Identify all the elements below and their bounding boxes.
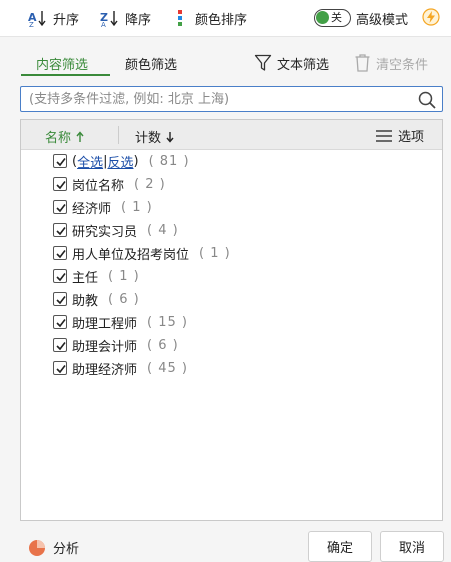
- tab-color-filter[interactable]: 颜色筛选: [125, 54, 177, 73]
- item-count: ( 1 ): [199, 245, 231, 261]
- sort-descending-icon: Z A: [100, 11, 118, 27]
- checkmark-icon: [56, 250, 66, 259]
- item-label: 助理工程师: [72, 316, 138, 332]
- analyze-label: 分析: [53, 542, 80, 557]
- analyze-button[interactable]: 分析: [28, 538, 79, 557]
- item-count: ( 2 ): [134, 176, 166, 192]
- item-checkbox[interactable]: [53, 338, 67, 352]
- toggle-state-label: 关: [331, 11, 342, 24]
- clear-conditions-button[interactable]: 清空条件: [354, 52, 428, 74]
- text-filter-label: 文本筛选: [277, 57, 330, 73]
- toggle-knob: [316, 11, 329, 24]
- item-count: ( 4 ): [147, 222, 179, 238]
- tab-content-filter[interactable]: 内容筛选: [36, 54, 88, 73]
- select-all-link[interactable]: 全选: [77, 152, 103, 171]
- sort-ascending-label: 升序: [53, 12, 80, 28]
- sort-ascending-icon: A Z: [28, 11, 46, 27]
- value-list: 名称 计数 选项 ( 全选 | 反选) (81) 岗位名称 (2) 经…: [20, 119, 443, 521]
- sort-ascending-button[interactable]: A Z 升序: [28, 6, 79, 30]
- color-sort-icon: [178, 10, 182, 26]
- item-checkbox[interactable]: [53, 177, 67, 191]
- svg-text:Z: Z: [29, 21, 34, 27]
- funnel-icon: [254, 54, 272, 71]
- column-divider: [118, 126, 119, 144]
- checkmark-icon: [56, 273, 66, 282]
- list-item[interactable]: 研究实习员 ( 4 ): [53, 220, 179, 240]
- list-item[interactable]: 助理经济师 ( 45 ): [53, 358, 188, 378]
- cancel-button[interactable]: 取消: [380, 531, 444, 562]
- item-label: 经济师: [72, 201, 112, 217]
- toolbar: A Z 升序 Z A 降序 颜色排序 关 高级模式: [0, 0, 451, 36]
- text-filter-button[interactable]: 文本筛选: [254, 52, 329, 74]
- list-item[interactable]: 岗位名称 ( 2 ): [53, 174, 166, 194]
- options-label: 选项: [398, 130, 425, 145]
- item-checkbox[interactable]: [53, 292, 67, 306]
- color-sort-label: 颜色排序: [195, 12, 248, 28]
- item-count: ( 1 ): [108, 268, 140, 284]
- item-label: 岗位名称: [72, 178, 125, 194]
- item-checkbox[interactable]: [53, 246, 67, 260]
- item-count: ( 6 ): [147, 337, 179, 353]
- total-count: ( 81 ): [148, 153, 190, 169]
- item-label: 研究实习员: [72, 224, 138, 240]
- list-item[interactable]: 助理会计师 ( 6 ): [53, 335, 179, 355]
- options-button[interactable]: 选项: [375, 126, 424, 145]
- svg-text:A: A: [101, 21, 106, 27]
- item-label: 助教: [72, 293, 99, 309]
- item-checkbox[interactable]: [53, 315, 67, 329]
- pie-chart-icon: [29, 539, 45, 556]
- lightning-icon: [422, 8, 440, 26]
- name-column-label: 名称: [45, 131, 72, 146]
- select-all-checkbox[interactable]: [53, 154, 67, 168]
- checkmark-icon: [56, 342, 66, 351]
- checkmark-icon: [56, 204, 66, 213]
- item-label: 助理经济师: [72, 362, 138, 378]
- arrow-up-icon: [76, 131, 84, 142]
- search-box: [20, 86, 443, 112]
- item-checkbox[interactable]: [53, 361, 67, 375]
- item-count: ( 1 ): [121, 199, 153, 215]
- checkmark-icon: [56, 319, 66, 328]
- item-label: 助理会计师: [72, 339, 138, 355]
- sort-descending-label: 降序: [125, 12, 152, 28]
- sort-descending-button[interactable]: Z A 降序: [100, 6, 151, 30]
- search-icon[interactable]: [417, 90, 437, 110]
- list-item[interactable]: 主任 ( 1 ): [53, 266, 140, 286]
- item-count: ( 15 ): [147, 314, 188, 330]
- checkmark-icon: [56, 158, 66, 167]
- list-item[interactable]: 用人单位及招考岗位 ( 1 ): [53, 243, 231, 263]
- active-tab-indicator: [21, 74, 110, 76]
- item-count: ( 6 ): [108, 291, 140, 307]
- item-checkbox[interactable]: [53, 223, 67, 237]
- item-checkbox[interactable]: [53, 269, 67, 283]
- checkmark-icon: [56, 181, 66, 190]
- list-header: 名称 计数 选项: [21, 120, 442, 150]
- list-item[interactable]: 助教 ( 6 ): [53, 289, 140, 309]
- checkmark-icon: [56, 365, 66, 374]
- ok-button[interactable]: 确定: [308, 531, 372, 562]
- advanced-mode-label: 高级模式: [356, 13, 409, 28]
- trash-icon: [355, 54, 370, 72]
- item-checkbox[interactable]: [53, 200, 67, 214]
- close-paren: ): [133, 153, 139, 169]
- item-label: 主任: [72, 270, 99, 286]
- count-column-label: 计数: [135, 131, 162, 146]
- name-column-header[interactable]: 名称: [45, 127, 85, 146]
- item-label: 用人单位及招考岗位: [72, 247, 190, 263]
- invert-selection-link[interactable]: 反选: [107, 152, 133, 171]
- clear-conditions-label: 清空条件: [376, 57, 429, 73]
- menu-icon: [376, 129, 392, 142]
- checkmark-icon: [56, 296, 66, 305]
- list-item[interactable]: 助理工程师 ( 15 ): [53, 312, 188, 332]
- arrow-down-icon: [166, 132, 174, 143]
- item-count: ( 45 ): [147, 360, 188, 376]
- select-all-row: ( 全选 | 反选 ) ( 81 ): [53, 151, 190, 171]
- checkmark-icon: [56, 227, 66, 236]
- count-column-header[interactable]: 计数: [135, 127, 175, 146]
- advanced-mode-toggle[interactable]: 关: [314, 9, 351, 27]
- color-sort-button[interactable]: 颜色排序: [176, 6, 247, 30]
- search-input[interactable]: [29, 90, 409, 109]
- list-item[interactable]: 经济师 ( 1 ): [53, 197, 153, 217]
